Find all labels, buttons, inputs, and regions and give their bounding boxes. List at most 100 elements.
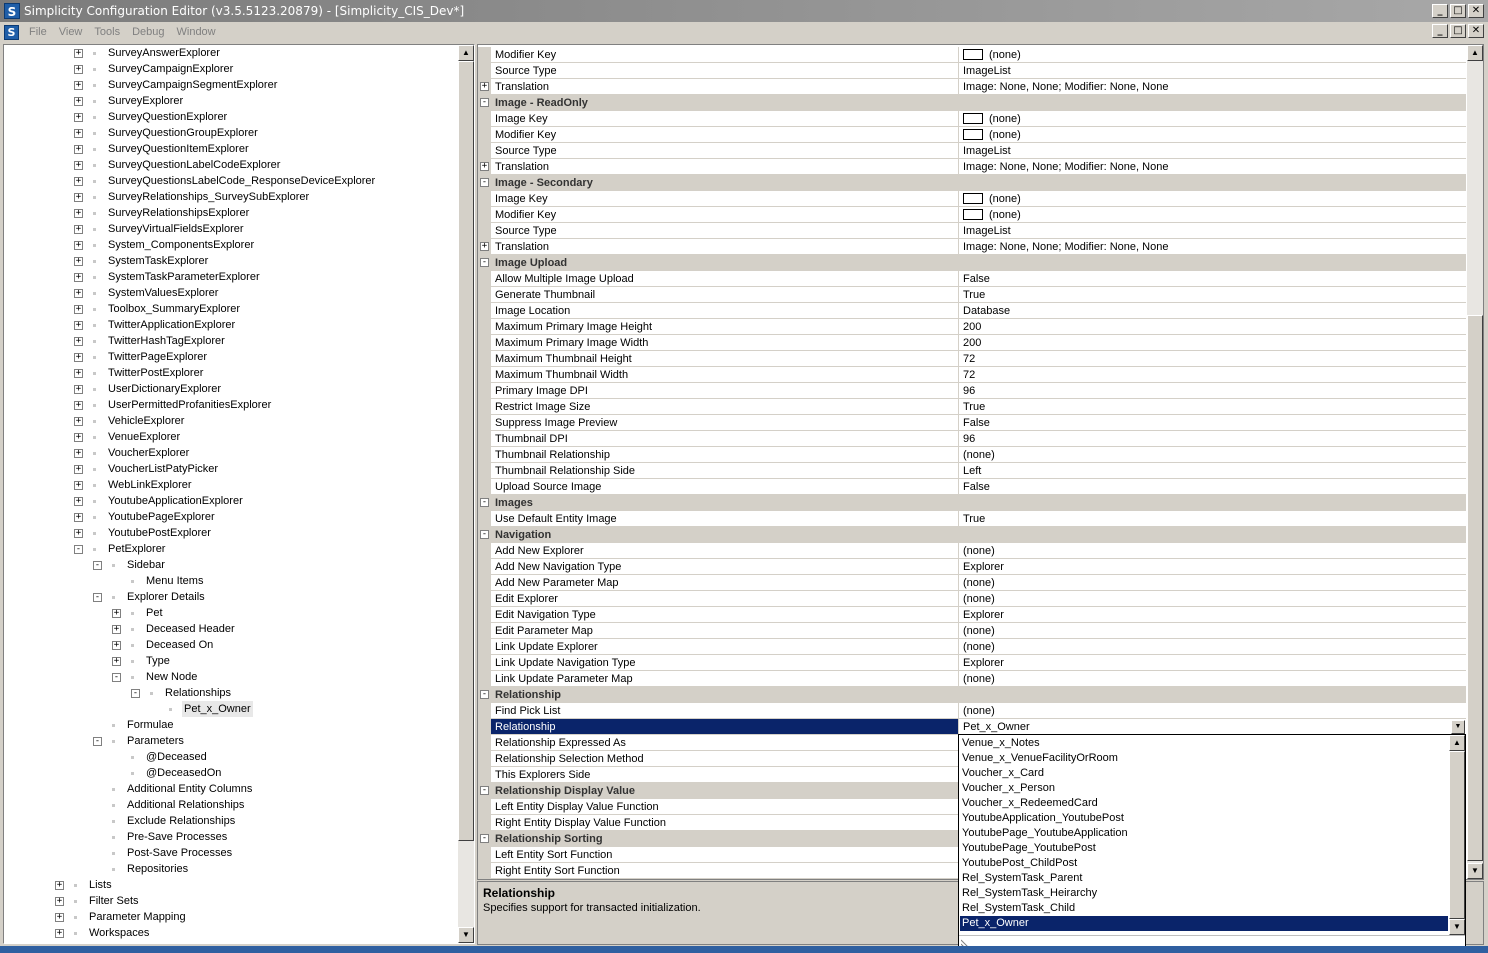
dropdown-scrollbar[interactable]: ▲ ▼ — [1449, 735, 1465, 935]
property-name[interactable]: Translation — [491, 79, 959, 95]
property-name[interactable]: Maximum Thumbnail Height — [491, 351, 959, 367]
property-name[interactable]: Modifier Key — [491, 127, 959, 143]
property-name[interactable]: Add New Navigation Type — [491, 559, 959, 575]
tree-node-label[interactable]: VoucherListPatyPicker — [106, 461, 220, 477]
tree-node-label[interactable]: Lists — [87, 877, 114, 893]
property-row[interactable]: Thumbnail DPI 96 — [478, 431, 1466, 447]
tree-node[interactable]: + SystemTaskExplorer — [4, 253, 454, 269]
property-row[interactable]: Restrict Image Size True — [478, 399, 1466, 415]
property-row[interactable]: Relationship Pet_x_Owner ▼ — [478, 719, 1466, 735]
tree-node-label[interactable]: Post-Save Processes — [125, 845, 234, 861]
tree-node-label[interactable]: Relationships — [163, 685, 233, 701]
collapse-minus-icon[interactable]: - — [480, 258, 489, 267]
property-row[interactable]: Link Update Explorer (none) — [478, 639, 1466, 655]
tree-node[interactable]: Additional Relationships — [4, 797, 454, 813]
dropdown-option[interactable]: Voucher_x_Person — [960, 781, 1448, 796]
expand-plus-icon[interactable]: + — [74, 49, 83, 58]
property-value[interactable]: ImageList — [959, 143, 1466, 159]
property-value[interactable]: 200 — [959, 319, 1466, 335]
property-row[interactable]: Maximum Thumbnail Width 72 — [478, 367, 1466, 383]
dropdown-option[interactable]: Rel_SystemTask_Parent — [960, 871, 1448, 886]
property-name[interactable]: Relationship Selection Method — [491, 751, 959, 767]
tree-node[interactable]: + SurveyCampaignSegmentExplorer — [4, 77, 454, 93]
property-row[interactable]: Primary Image DPI 96 — [478, 383, 1466, 399]
property-row[interactable]: Image Location Database — [478, 303, 1466, 319]
expand-plus-icon[interactable]: + — [74, 369, 83, 378]
property-row[interactable]: Link Update Parameter Map (none) — [478, 671, 1466, 687]
tree-node-label[interactable]: SurveyCampaignSegmentExplorer — [106, 77, 279, 93]
dropdown-option[interactable]: Rel_SystemTask_Heirarchy — [960, 886, 1448, 901]
tree-node[interactable]: + UserPermittedProfanitiesExplorer — [4, 397, 454, 413]
tree-node-label[interactable]: Toolbox_SummaryExplorer — [106, 301, 242, 317]
tree-node-label[interactable]: Filter Sets — [87, 893, 141, 909]
tree-node-label[interactable]: SurveyRelationships_SurveySubExplorer — [106, 189, 311, 205]
tree-node-label[interactable]: Pet_x_Owner — [182, 701, 253, 717]
property-value[interactable]: Pet_x_Owner ▼ — [959, 719, 1466, 735]
property-name[interactable]: Link Update Navigation Type — [491, 655, 959, 671]
tree-node-label[interactable]: YoutubeApplicationExplorer — [106, 493, 245, 509]
expand-plus-icon[interactable]: + — [112, 625, 121, 634]
tree-node[interactable]: + Type — [4, 653, 454, 669]
tree-node[interactable]: - Parameters — [4, 733, 454, 749]
property-row[interactable]: Thumbnail Relationship (none) — [478, 447, 1466, 463]
mdi-restore-button[interactable]: □ — [1450, 24, 1466, 38]
property-value[interactable]: False — [959, 479, 1466, 495]
property-row[interactable]: Add New Explorer (none) — [478, 543, 1466, 559]
property-value[interactable]: 72 — [959, 351, 1466, 367]
property-category[interactable]: - Navigation — [478, 527, 1466, 543]
dropdown-option[interactable]: YoutubeApplication_YoutubePost — [960, 811, 1448, 826]
property-value[interactable]: False — [959, 415, 1466, 431]
expand-plus-icon[interactable]: + — [74, 401, 83, 410]
tree-node[interactable]: + TwitterPageExplorer — [4, 349, 454, 365]
property-value[interactable]: (none) — [959, 127, 1466, 143]
property-name[interactable]: Restrict Image Size — [491, 399, 959, 415]
expand-plus-icon[interactable]: + — [55, 897, 64, 906]
tree-node-label[interactable]: VehicleExplorer — [106, 413, 186, 429]
maximize-button[interactable]: □ — [1450, 4, 1466, 18]
tree-node-label[interactable]: YoutubePageExplorer — [106, 509, 217, 525]
property-row[interactable]: Modifier Key (none) — [478, 47, 1466, 63]
tree-node[interactable]: + SurveyVirtualFieldsExplorer — [4, 221, 454, 237]
tree-node-label[interactable]: Menu Items — [144, 573, 205, 589]
property-row[interactable]: Allow Multiple Image Upload False — [478, 271, 1466, 287]
property-row[interactable]: + Translation Image: None, None; Modifier:… — [478, 79, 1466, 95]
tree-node-label[interactable]: Parameters — [125, 733, 186, 749]
property-value[interactable]: (none) — [959, 207, 1466, 223]
tree-node[interactable]: + VenueExplorer — [4, 429, 454, 445]
expand-plus-icon[interactable]: + — [112, 609, 121, 618]
tree-node[interactable]: + SurveyQuestionGroupExplorer — [4, 125, 454, 141]
expand-plus-icon[interactable]: + — [74, 449, 83, 458]
property-value[interactable]: (none) — [959, 623, 1466, 639]
expand-plus-icon[interactable]: + — [74, 257, 83, 266]
expand-plus-icon[interactable]: + — [480, 162, 489, 171]
mdi-close-button[interactable]: ✕ — [1468, 24, 1484, 38]
dropdown-option[interactable]: YoutubePost_ChildPost — [960, 856, 1448, 871]
tree-node[interactable]: + VoucherListPatyPicker — [4, 461, 454, 477]
property-value[interactable]: Database — [959, 303, 1466, 319]
property-name[interactable]: Add New Parameter Map — [491, 575, 959, 591]
property-value[interactable]: Image: None, None; Modifier: None, None — [959, 159, 1466, 175]
grid-scroll-down-button[interactable]: ▼ — [1467, 863, 1483, 879]
tree-node-label[interactable]: Deceased Header — [144, 621, 237, 637]
tree-node[interactable]: + SurveyQuestionLabelCodeExplorer — [4, 157, 454, 173]
tree-node[interactable]: Menu Items — [4, 573, 454, 589]
property-name[interactable]: Left Entity Display Value Function — [491, 799, 959, 815]
tree-node-label[interactable]: VoucherExplorer — [106, 445, 191, 461]
dropdown-option[interactable]: Venue_x_VenueFacilityOrRoom — [960, 751, 1448, 766]
property-value[interactable]: (none) — [959, 639, 1466, 655]
tree-node-label[interactable]: Additional Relationships — [125, 797, 246, 813]
property-category[interactable]: - Image - Secondary — [478, 175, 1466, 191]
property-row[interactable]: Modifier Key (none) — [478, 207, 1466, 223]
property-value[interactable]: 96 — [959, 431, 1466, 447]
expand-plus-icon[interactable]: + — [112, 657, 121, 666]
property-row[interactable]: Source Type ImageList — [478, 223, 1466, 239]
collapse-minus-icon[interactable]: - — [480, 98, 489, 107]
tree-node-label[interactable]: VenueExplorer — [106, 429, 182, 445]
collapse-minus-icon[interactable]: - — [480, 530, 489, 539]
tree-node[interactable]: + SurveyQuestionExplorer — [4, 109, 454, 125]
property-name[interactable]: Maximum Primary Image Width — [491, 335, 959, 351]
expand-plus-icon[interactable]: + — [74, 145, 83, 154]
tree-node-label[interactable]: Exclude Relationships — [125, 813, 237, 829]
property-name[interactable]: Image Location — [491, 303, 959, 319]
property-value[interactable]: (none) — [959, 47, 1466, 63]
